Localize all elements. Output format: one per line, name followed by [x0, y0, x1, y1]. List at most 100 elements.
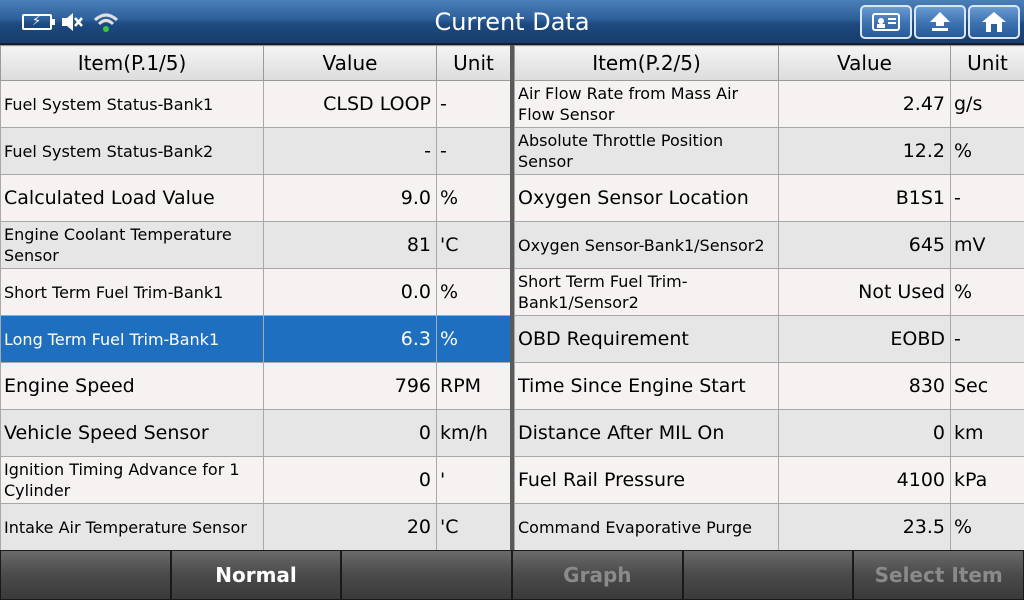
bottom-toolbar: Normal Graph Select Item	[0, 550, 1024, 600]
row-item: Engine Speed	[0, 362, 264, 410]
row-unit: -	[950, 315, 1024, 363]
row-unit: -	[436, 127, 511, 175]
table-row[interactable]: OBD Requirement EOBD -	[514, 315, 1024, 363]
data-table-right: Item(P.2/5) Value Unit Air Flow Rate fro…	[514, 45, 1024, 551]
row-value: Not Used	[778, 268, 951, 316]
row-unit: km	[950, 409, 1024, 457]
row-unit: %	[436, 315, 511, 363]
back-button[interactable]	[914, 5, 966, 39]
column-header-value: Value	[778, 45, 951, 81]
row-value: 0.0	[263, 268, 437, 316]
row-item: Air Flow Rate from Mass Air Flow Sensor	[514, 80, 779, 128]
row-item: Intake Air Temperature Sensor	[0, 503, 264, 551]
row-item: Long Term Fuel Trim-Bank1	[0, 315, 264, 363]
title-bar: ⚡ Current Data	[0, 0, 1024, 44]
row-value: 0	[263, 409, 437, 457]
table-row[interactable]: Fuel System Status-Bank2 - -	[0, 127, 511, 175]
row-unit: g/s	[950, 80, 1024, 128]
row-unit: %	[436, 174, 511, 222]
row-item: Oxygen Sensor Location	[514, 174, 779, 222]
toolbar-empty-button-3[interactable]	[682, 550, 854, 600]
row-unit: %	[950, 127, 1024, 175]
table-row[interactable]: Oxygen Sensor Location B1S1 -	[514, 174, 1024, 222]
row-item: Short Term Fuel Trim-Bank1	[0, 268, 264, 316]
row-item: Fuel System Status-Bank2	[0, 127, 264, 175]
table-row[interactable]: Short Term Fuel Trim-Bank1/Sensor2 Not U…	[514, 268, 1024, 316]
row-unit: RPM	[436, 362, 511, 410]
row-value: 12.2	[778, 127, 951, 175]
row-value: 645	[778, 221, 951, 269]
row-value: 4100	[778, 456, 951, 504]
row-value: -	[263, 127, 437, 175]
table-row[interactable]: Intake Air Temperature Sensor 20 'C	[0, 503, 511, 551]
row-value: 9.0	[263, 174, 437, 222]
column-header-unit: Unit	[436, 45, 511, 81]
row-value: 0	[778, 409, 951, 457]
row-item: Calculated Load Value	[0, 174, 264, 222]
table-row[interactable]: Fuel System Status-Bank1 CLSD LOOP -	[0, 80, 511, 128]
row-unit: 'C	[436, 221, 511, 269]
select-item-button[interactable]: Select Item	[853, 550, 1024, 600]
table-row[interactable]: Vehicle Speed Sensor 0 km/h	[0, 409, 511, 457]
row-unit: %	[950, 503, 1024, 551]
row-item: Command Evaporative Purge	[514, 503, 779, 551]
column-header-value: Value	[263, 45, 437, 81]
table-row[interactable]: Oxygen Sensor-Bank1/Sensor2 645 mV	[514, 221, 1024, 269]
table-row-selected[interactable]: Long Term Fuel Trim-Bank1 6.3 %	[0, 315, 511, 363]
row-unit: '	[436, 456, 511, 504]
table-row[interactable]: Calculated Load Value 9.0 %	[0, 174, 511, 222]
row-value: 6.3	[263, 315, 437, 363]
row-item: Engine Coolant Temperature Sensor	[0, 221, 264, 269]
home-icon	[982, 12, 1006, 32]
row-value: EOBD	[778, 315, 951, 363]
table-row[interactable]: Absolute Throttle Position Sensor 12.2 %	[514, 127, 1024, 175]
back-icon	[930, 12, 950, 31]
row-value: B1S1	[778, 174, 951, 222]
table-row[interactable]: Command Evaporative Purge 23.5 %	[514, 503, 1024, 551]
row-item: OBD Requirement	[514, 315, 779, 363]
data-table-left: Item(P.1/5) Value Unit Fuel System Statu…	[0, 45, 511, 551]
row-item: Absolute Throttle Position Sensor	[514, 127, 779, 175]
row-unit: mV	[950, 221, 1024, 269]
row-item: Oxygen Sensor-Bank1/Sensor2	[514, 221, 779, 269]
table-row[interactable]: Distance After MIL On 0 km	[514, 409, 1024, 457]
column-header-unit: Unit	[950, 45, 1024, 81]
report-button[interactable]	[860, 5, 912, 39]
table-row[interactable]: Engine Coolant Temperature Sensor 81 'C	[0, 221, 511, 269]
graph-button[interactable]: Graph	[512, 550, 683, 600]
row-value: 20	[263, 503, 437, 551]
row-item: Ignition Timing Advance for 1 Cylinder	[0, 456, 264, 504]
row-item: Vehicle Speed Sensor	[0, 409, 264, 457]
row-value: 0	[263, 456, 437, 504]
row-item: Short Term Fuel Trim-Bank1/Sensor2	[514, 268, 779, 316]
row-unit: kPa	[950, 456, 1024, 504]
row-unit: -	[950, 174, 1024, 222]
table-row[interactable]: Time Since Engine Start 830 Sec	[514, 362, 1024, 410]
row-unit: -	[436, 80, 511, 128]
row-value: 830	[778, 362, 951, 410]
table-row[interactable]: Air Flow Rate from Mass Air Flow Sensor …	[514, 80, 1024, 128]
row-unit: %	[436, 268, 511, 316]
row-unit: km/h	[436, 409, 511, 457]
report-icon	[872, 13, 900, 31]
column-header-item: Item(P.1/5)	[0, 45, 264, 81]
row-item: Fuel Rail Pressure	[514, 456, 779, 504]
row-value: 796	[263, 362, 437, 410]
row-unit: %	[950, 268, 1024, 316]
normal-button[interactable]: Normal	[170, 550, 342, 600]
row-value: 81	[263, 221, 437, 269]
column-header-item: Item(P.2/5)	[514, 45, 779, 81]
toolbar-empty-button-1[interactable]	[0, 550, 171, 600]
row-value: 23.5	[778, 503, 951, 551]
toolbar-empty-button-2[interactable]	[341, 550, 513, 600]
table-row[interactable]: Ignition Timing Advance for 1 Cylinder 0…	[0, 456, 511, 504]
row-item: Distance After MIL On	[514, 409, 779, 457]
table-row[interactable]: Fuel Rail Pressure 4100 kPa	[514, 456, 1024, 504]
row-item: Fuel System Status-Bank1	[0, 80, 264, 128]
row-value: 2.47	[778, 80, 951, 128]
home-button[interactable]	[968, 5, 1020, 39]
row-item: Time Since Engine Start	[514, 362, 779, 410]
row-unit: Sec	[950, 362, 1024, 410]
table-row[interactable]: Engine Speed 796 RPM	[0, 362, 511, 410]
table-row[interactable]: Short Term Fuel Trim-Bank1 0.0 %	[0, 268, 511, 316]
